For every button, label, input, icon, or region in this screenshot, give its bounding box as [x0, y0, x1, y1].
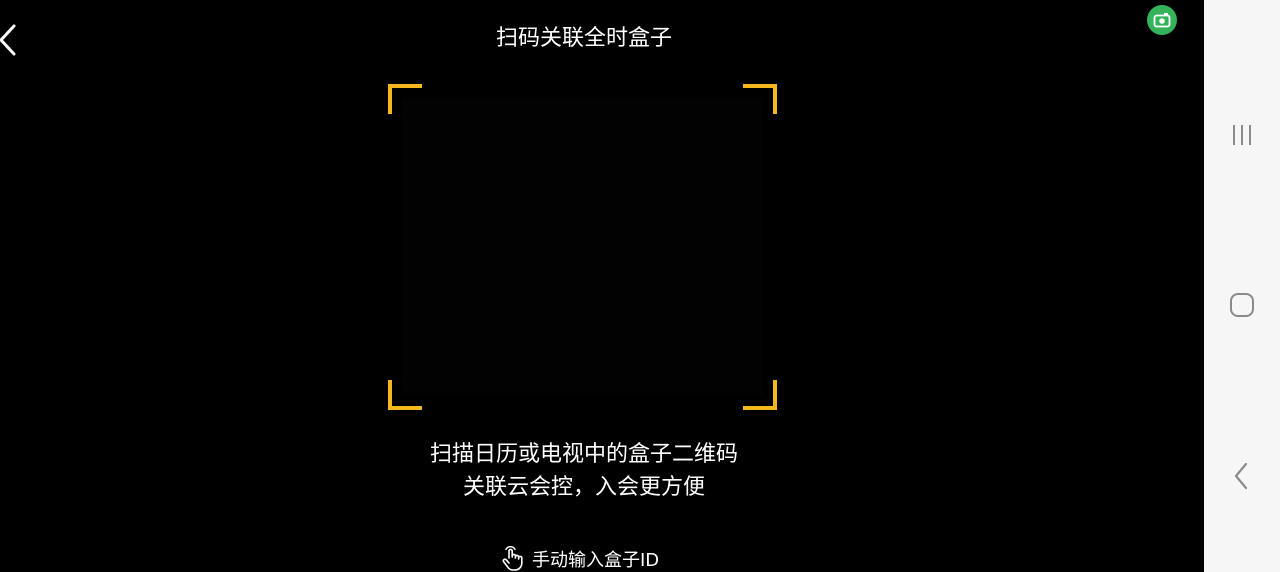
- recents-icon: [1233, 125, 1251, 145]
- scan-corner-top-left: [388, 84, 422, 114]
- manual-entry-button[interactable]: 手动输入盒子ID: [500, 545, 659, 572]
- scan-frame: [388, 84, 777, 410]
- manual-entry-label: 手动输入盒子ID: [532, 550, 660, 571]
- camera-preview: 扫码关联全时盒子 扫描日历或电视中的盒子二维码 关联云会控，入会更方便 手动输入…: [0, 0, 1204, 572]
- home-button[interactable]: [1222, 285, 1262, 325]
- recents-button[interactable]: [1222, 115, 1262, 155]
- home-icon: [1230, 293, 1254, 317]
- scan-corner-top-right: [743, 84, 777, 114]
- page-title: 扫码关联全时盒子: [495, 26, 672, 51]
- system-back-button[interactable]: [1222, 456, 1262, 496]
- scan-hint-line-2: 关联云会控，入会更方便: [462, 475, 705, 500]
- scan-hint-line-1: 扫描日历或电视中的盒子二维码: [429, 442, 738, 467]
- back-icon: [1234, 462, 1248, 490]
- screen-recorder-button[interactable]: [1147, 5, 1177, 35]
- scan-corner-bottom-left: [388, 380, 422, 410]
- camera-icon: [1153, 13, 1171, 28]
- scan-corner-bottom-right: [743, 380, 777, 410]
- system-navigation-bar: [1204, 0, 1280, 572]
- viewfinder: [402, 98, 763, 396]
- tap-hand-icon: [502, 546, 523, 571]
- scan-screen: 扫码关联全时盒子 扫描日历或电视中的盒子二维码 关联云会控，入会更方便 手动输入…: [0, 0, 1280, 572]
